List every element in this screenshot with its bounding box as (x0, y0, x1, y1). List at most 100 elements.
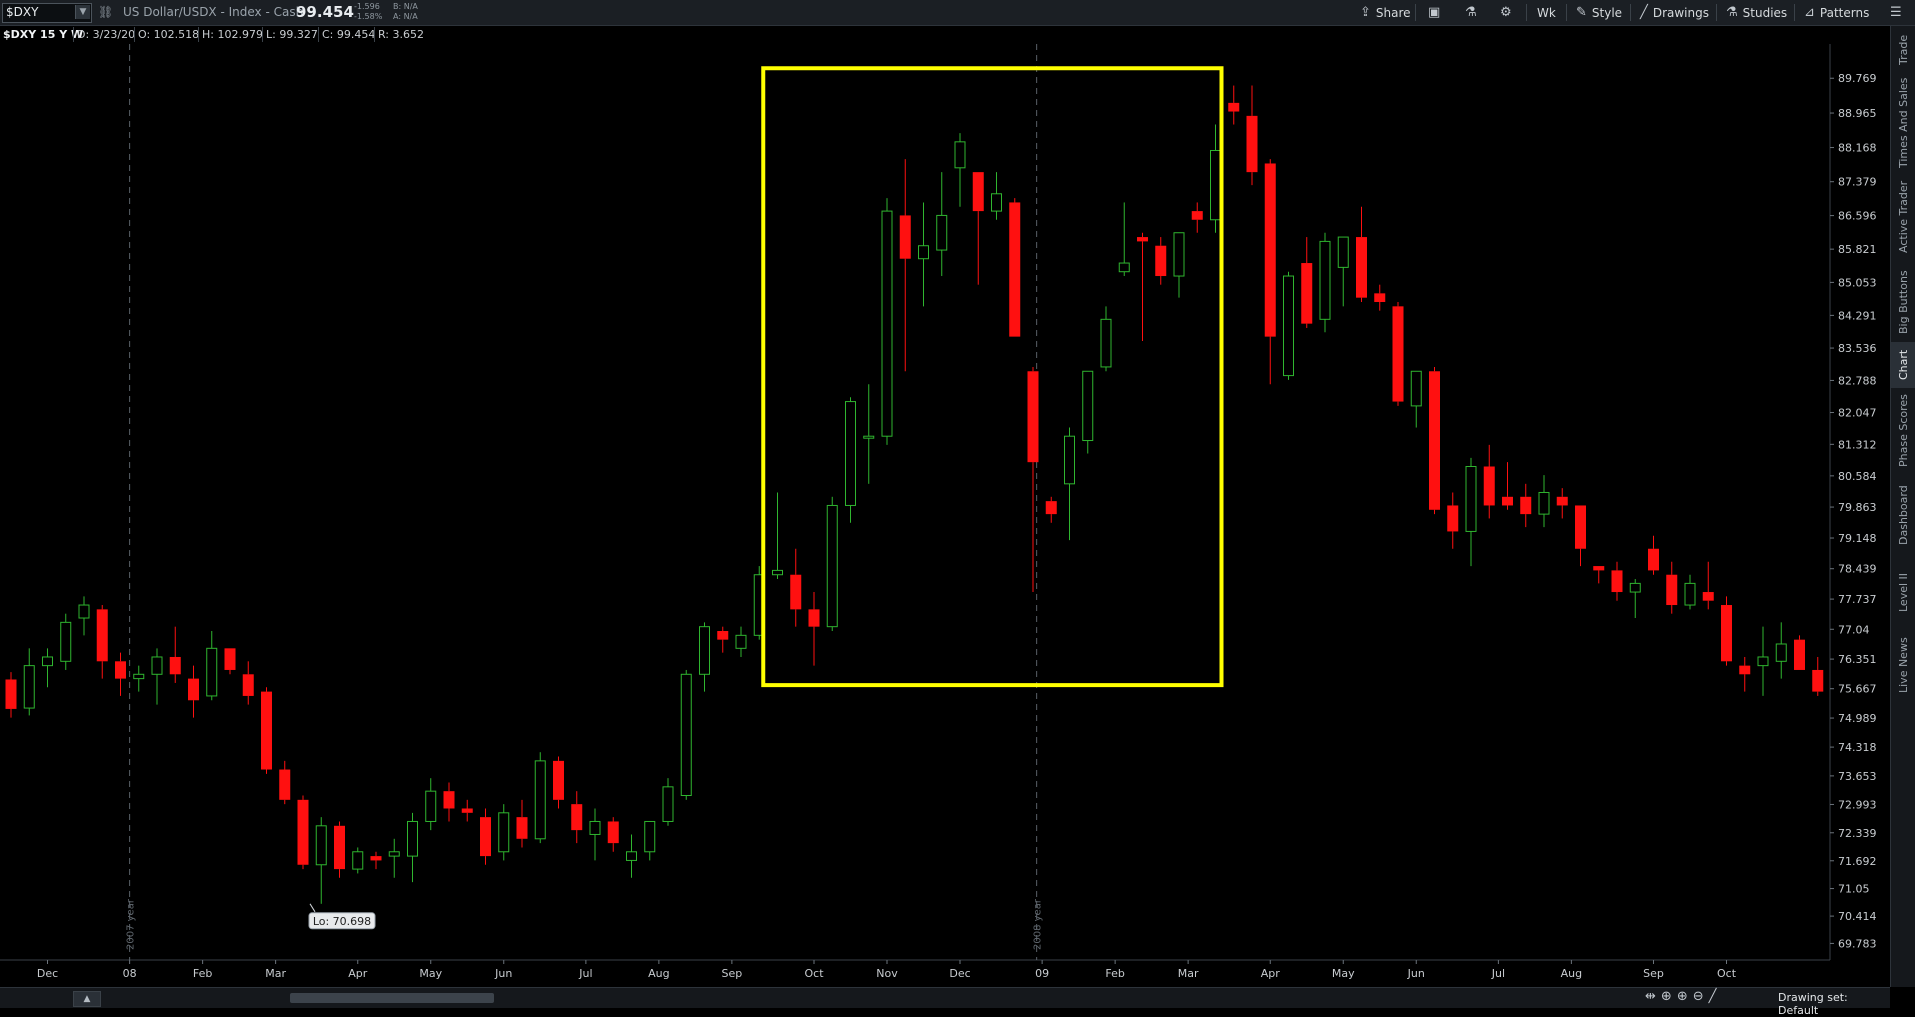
candle-body (60, 621, 72, 662)
candle (972, 172, 984, 285)
candle-body (1447, 505, 1459, 532)
aggregation-button[interactable]: Wk (1537, 0, 1556, 25)
y-tick-label: 79.863 (1838, 501, 1877, 514)
bottom-bar: ▲ ⇹⊕⊕⊖╱ Drawing set: Default (0, 987, 1890, 1017)
toolbar-divider (1794, 4, 1795, 21)
candle-body (23, 665, 35, 709)
bar-range: R: 3.652 (374, 27, 427, 42)
candle-body (1520, 496, 1532, 515)
y-tick-label: 81.312 (1838, 438, 1877, 451)
candle (133, 665, 145, 692)
candle-body (1648, 548, 1659, 571)
candle (1064, 427, 1075, 541)
x-tick-label: Mar (265, 967, 286, 980)
bid-ask-block: B: N/A A: N/A (393, 2, 418, 22)
candle (407, 812, 418, 883)
candle-body (662, 786, 674, 822)
candle (863, 384, 875, 484)
candle-body (1483, 466, 1495, 506)
candle (1794, 635, 1805, 670)
candle-body (1611, 570, 1623, 593)
candle (169, 626, 181, 683)
tab-times-and-sales[interactable]: Times And Sales (1891, 74, 1915, 172)
horizontal-scrollbar[interactable] (290, 993, 494, 1003)
candle-body (1356, 237, 1367, 298)
candle-body (96, 609, 108, 662)
candle (1410, 370, 1422, 428)
candle (607, 817, 619, 852)
share-button[interactable]: ⇪ Share (1360, 0, 1411, 25)
tab-dashboard[interactable]: Dashboard (1891, 474, 1915, 556)
candle-body (881, 210, 893, 437)
candle-body (954, 141, 966, 169)
candle-body (1082, 370, 1094, 442)
style-button[interactable]: ✎ Style (1576, 0, 1622, 25)
tab-trade[interactable]: Trade (1891, 26, 1915, 74)
candle-body (790, 574, 802, 610)
candles-layer (5, 85, 1824, 904)
settings-button[interactable]: ⚙ (1500, 0, 1517, 25)
patterns-icon: ⊿ (1804, 5, 1815, 20)
candle (242, 661, 254, 705)
candle (96, 605, 108, 679)
x-tick-label: Aug (1561, 967, 1582, 980)
candle (1483, 444, 1495, 519)
tab-big-buttons[interactable]: Big Buttons (1891, 262, 1915, 342)
symbol-input[interactable]: $DXY ▼ (2, 3, 92, 23)
candle (1082, 370, 1094, 454)
flask-button[interactable]: ⚗ (1465, 0, 1482, 25)
chevron-down-icon[interactable]: ▼ (75, 5, 90, 19)
candle (826, 496, 838, 632)
y-tick-label: 72.339 (1838, 827, 1877, 840)
studies-flask-icon: ⚗ (1726, 5, 1738, 20)
drawings-button[interactable]: ╱ Drawings (1640, 0, 1709, 25)
patterns-button[interactable]: ⊿ Patterns (1804, 0, 1869, 25)
candle (1283, 271, 1294, 380)
quote-info-bar: $DXY 15 Y W D: 3/23/20 O: 102.518 H: 102… (0, 26, 1830, 44)
patterns-label: Patterns (1819, 5, 1870, 20)
y-tick-label: 71.692 (1838, 855, 1877, 868)
tab-live-news[interactable]: Live News (1891, 628, 1915, 702)
candle (1721, 596, 1732, 666)
zoom-in-icon[interactable]: ⊕ (1677, 989, 1693, 1004)
tab-chart[interactable]: Chart (1891, 342, 1915, 388)
candle (1191, 202, 1203, 233)
candle-body (626, 851, 637, 861)
tab-level-ii[interactable]: Level II (1891, 556, 1915, 628)
candle-body (1684, 582, 1696, 606)
calendar-button[interactable]: ▣ (1428, 0, 1445, 25)
candle (881, 198, 893, 445)
x-tick-label: Apr (1261, 967, 1281, 980)
zoom-out-icon[interactable]: ⊖ (1693, 989, 1709, 1004)
candle (1739, 656, 1751, 692)
y-tick-label: 69.783 (1838, 937, 1877, 950)
candle (1775, 622, 1787, 679)
candle-body (845, 401, 856, 506)
crosshair-icon[interactable]: ⊕ (1661, 989, 1677, 1004)
candle (1356, 206, 1367, 303)
tab-active-trader[interactable]: Active Trader (1891, 172, 1915, 262)
candle-body (607, 821, 619, 844)
pan-arrows-icon[interactable]: ⇹ (1645, 989, 1661, 1004)
price-chart[interactable]: 2007 year 2008 year Lo: 70.698 89.769 88.9… (0, 44, 1890, 987)
x-tick-label: Dec (37, 967, 58, 980)
expand-button[interactable]: ▲ (73, 991, 101, 1007)
y-tick-label: 87.379 (1838, 176, 1877, 189)
candle-body (1629, 582, 1641, 593)
net-change: -1.596 (354, 2, 380, 11)
link-icon[interactable]: ⛓ (98, 5, 113, 19)
candle (23, 648, 35, 716)
y-tick-label: 74.318 (1838, 741, 1877, 754)
drawing-pencil-icon[interactable]: ╱ (1709, 989, 1722, 1004)
candle-body (644, 820, 656, 853)
candle (151, 648, 163, 705)
candle-body (425, 790, 437, 822)
chart-tools: ⇹⊕⊕⊖╱ (1645, 989, 1721, 1004)
candle-body (1027, 371, 1039, 463)
candle-body (589, 820, 601, 835)
studies-button[interactable]: ⚗ Studies (1726, 0, 1787, 25)
menu-button[interactable]: ☰ (1890, 0, 1907, 25)
candle (1520, 483, 1532, 528)
tab-phase-scores[interactable]: Phase Scores (1891, 388, 1915, 474)
drawing-set-label: Drawing set: Default (1778, 991, 1848, 1017)
